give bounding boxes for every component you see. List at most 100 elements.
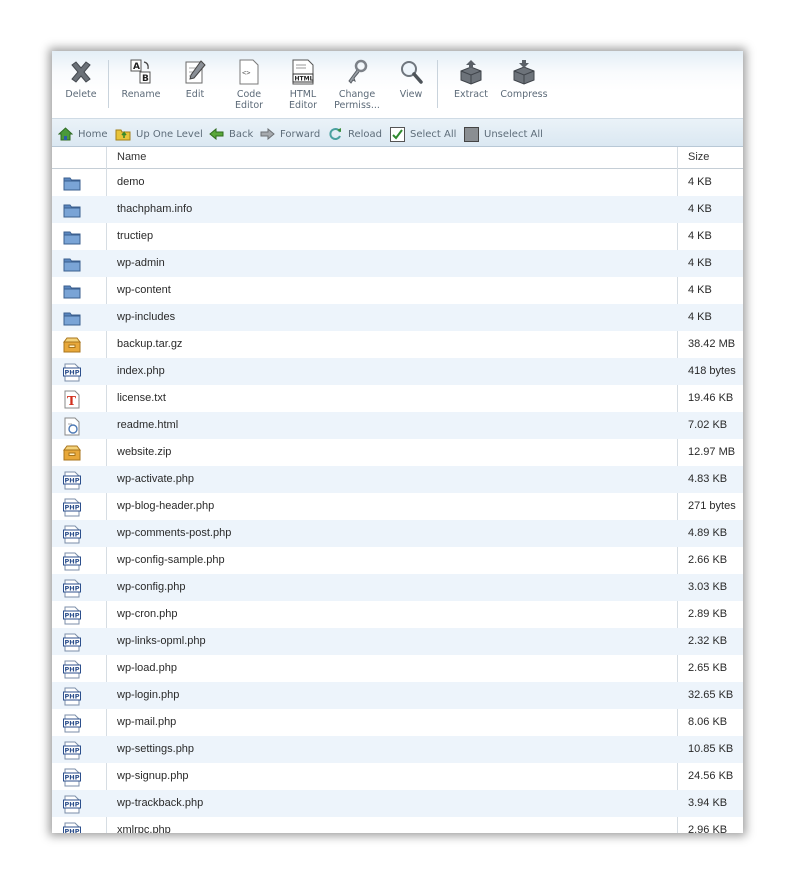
svg-text:PHP: PHP	[65, 503, 80, 511]
file-row[interactable]: PHP wp-links-opml.php 2.32 KB	[52, 628, 743, 655]
select-all-button[interactable]: Select All	[390, 126, 456, 142]
file-name[interactable]: wp-content	[117, 277, 171, 304]
file-name[interactable]: index.php	[117, 358, 165, 385]
file-size: 4.89 KB	[688, 527, 728, 539]
file-name[interactable]: wp-admin	[117, 250, 165, 277]
file-row[interactable]: PHP index.php 418 bytes	[52, 358, 743, 385]
file-row[interactable]: tructiep 4 KB	[52, 223, 743, 250]
html-file-icon	[62, 416, 82, 436]
file-row[interactable]: PHP wp-signup.php 24.56 KB	[52, 763, 743, 790]
file-size: 2.32 KB	[688, 635, 728, 647]
file-name[interactable]: readme.html	[117, 412, 178, 439]
svg-text:A: A	[133, 62, 140, 72]
change-permissions-button[interactable]: Change Permiss...	[332, 58, 382, 111]
file-name[interactable]: wp-blog-header.php	[117, 493, 214, 520]
home-label: Home	[78, 128, 108, 140]
file-row[interactable]: PHP wp-config-sample.php 2.66 KB	[52, 547, 743, 574]
file-name[interactable]: wp-activate.php	[117, 466, 194, 493]
file-name[interactable]: xmlrpc.php	[117, 817, 171, 833]
svg-text:PHP: PHP	[65, 476, 80, 484]
edit-button[interactable]: Edit	[177, 58, 213, 100]
reload-label: Reload	[348, 128, 383, 140]
home-button[interactable]: Home	[58, 126, 108, 142]
reload-button[interactable]: Reload	[328, 126, 382, 142]
extract-icon	[460, 60, 482, 85]
file-name[interactable]: wp-load.php	[117, 655, 177, 682]
delete-button[interactable]: Delete	[60, 58, 102, 100]
file-row[interactable]: Tlicense.txt 19.46 KB	[52, 385, 743, 412]
rename-button[interactable]: AB Rename	[116, 58, 166, 100]
file-row[interactable]: PHP wp-activate.php 4.83 KB	[52, 466, 743, 493]
code-editor-button[interactable]: <> Code Editor	[230, 58, 268, 111]
size-column-header[interactable]: Size	[688, 147, 709, 168]
file-name[interactable]: wp-signup.php	[117, 763, 189, 790]
name-column-header[interactable]: Name	[117, 147, 146, 168]
svg-text:PHP: PHP	[65, 557, 80, 565]
file-row[interactable]: wp-content 4 KB	[52, 277, 743, 304]
file-size: 8.06 KB	[688, 716, 728, 728]
file-name[interactable]: backup.tar.gz	[117, 331, 182, 358]
file-row[interactable]: wp-admin 4 KB	[52, 250, 743, 277]
file-name[interactable]: thachpham.info	[117, 196, 192, 223]
file-row[interactable]: PHP wp-blog-header.php 271 bytes	[52, 493, 743, 520]
file-list: demo 4 KB thachpham.info 4 KB tructiep 4 KB wp…	[52, 169, 743, 833]
file-row[interactable]: PHP wp-cron.php 2.89 KB	[52, 601, 743, 628]
php-file-icon: PHP	[62, 470, 82, 490]
php-file-icon: PHP	[62, 659, 82, 679]
file-row[interactable]: wp-includes 4 KB	[52, 304, 743, 331]
unselect-all-button[interactable]: Unselect All	[464, 126, 543, 142]
svg-text:T: T	[67, 394, 76, 408]
file-name[interactable]: wp-config-sample.php	[117, 547, 225, 574]
file-name[interactable]: wp-includes	[117, 304, 175, 331]
file-row[interactable]: PHP wp-settings.php 10.85 KB	[52, 736, 743, 763]
file-size: 24.56 KB	[688, 770, 734, 782]
file-row[interactable]: PHP wp-config.php 3.03 KB	[52, 574, 743, 601]
file-name[interactable]: wp-config.php	[117, 574, 186, 601]
php-file-icon: PHP	[62, 632, 82, 652]
file-name[interactable]: wp-trackback.php	[117, 790, 203, 817]
folder-icon	[62, 254, 82, 274]
up-one-level-button[interactable]: Up One Level	[115, 126, 203, 142]
back-button[interactable]: Back	[209, 126, 253, 142]
file-row[interactable]: PHP wp-login.php 32.65 KB	[52, 682, 743, 709]
forward-button[interactable]: Forward	[260, 126, 320, 142]
up-one-level-label: Up One Level	[136, 128, 203, 140]
view-button[interactable]: View	[396, 58, 426, 100]
folder-icon	[62, 227, 82, 247]
file-name[interactable]: wp-cron.php	[117, 601, 178, 628]
php-file-icon: PHP	[62, 740, 82, 760]
file-row[interactable]: PHP wp-comments-post.php 4.89 KB	[52, 520, 743, 547]
file-row[interactable]: PHP wp-trackback.php 3.94 KB	[52, 790, 743, 817]
file-name[interactable]: wp-comments-post.php	[117, 520, 231, 547]
file-row[interactable]: PHP wp-load.php 2.65 KB	[52, 655, 743, 682]
file-row[interactable]: website.zip 12.97 MB	[52, 439, 743, 466]
file-row[interactable]: demo 4 KB	[52, 169, 743, 196]
file-row[interactable]: readme.html 7.02 KB	[52, 412, 743, 439]
file-name[interactable]: license.txt	[117, 385, 166, 412]
file-row[interactable]: PHP xmlrpc.php 2.96 KB	[52, 817, 743, 833]
forward-label: Forward	[280, 128, 321, 140]
file-size: 4 KB	[688, 311, 712, 323]
file-row[interactable]: PHP wp-mail.php 8.06 KB	[52, 709, 743, 736]
file-name[interactable]: website.zip	[117, 439, 171, 466]
file-row[interactable]: thachpham.info 4 KB	[52, 196, 743, 223]
code-editor-label-2: Editor	[234, 100, 264, 111]
html-editor-button[interactable]: HTML HTML Editor	[284, 58, 322, 111]
archive-icon	[62, 443, 82, 463]
file-name[interactable]: wp-links-opml.php	[117, 628, 206, 655]
compress-label: Compress	[500, 89, 548, 100]
change-permissions-label-1: Change	[338, 89, 376, 100]
file-name[interactable]: wp-login.php	[117, 682, 179, 709]
file-name[interactable]: wp-settings.php	[117, 736, 194, 763]
file-size: 4 KB	[688, 284, 712, 296]
toolbar: Delete AB Rename Edit <> Code Editor HTM…	[52, 51, 743, 118]
file-name[interactable]: demo	[117, 169, 145, 196]
file-name[interactable]: tructiep	[117, 223, 153, 250]
delete-icon	[71, 61, 91, 83]
file-row[interactable]: backup.tar.gz 38.42 MB	[52, 331, 743, 358]
php-file-icon: PHP	[62, 524, 82, 544]
checked-box-icon	[390, 126, 405, 142]
extract-button[interactable]: Extract	[450, 58, 492, 100]
compress-button[interactable]: Compress	[498, 58, 550, 100]
file-name[interactable]: wp-mail.php	[117, 709, 176, 736]
